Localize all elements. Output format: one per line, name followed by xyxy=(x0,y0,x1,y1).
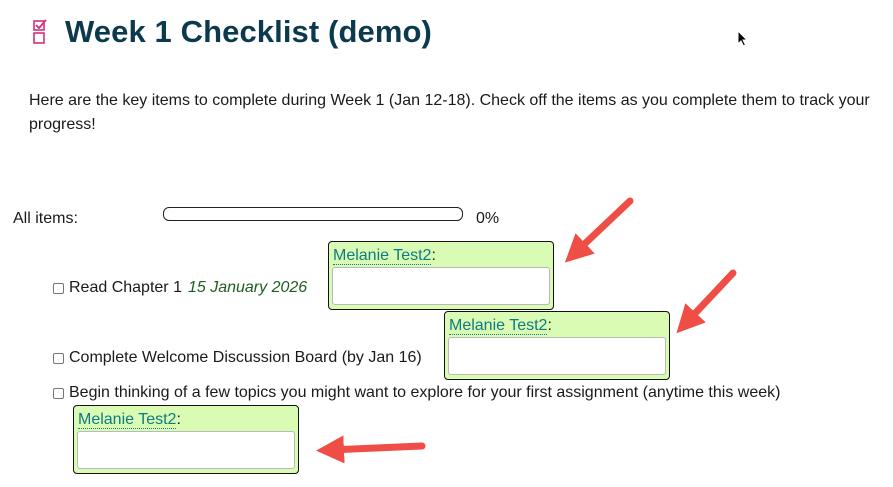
note-box: Melanie Test2: xyxy=(444,311,670,380)
item-due-date: 15 January 2026 xyxy=(187,279,308,296)
note-input[interactable] xyxy=(332,267,550,305)
intro-text: Here are the key items to complete durin… xyxy=(29,92,870,133)
note-user: Melanie Test2: xyxy=(333,247,436,265)
note-user-link[interactable]: Melanie Test2 xyxy=(333,247,432,265)
page-header: Week 1 Checklist (demo) xyxy=(32,14,432,50)
progress-label: All items: xyxy=(13,210,78,227)
item-checkbox[interactable] xyxy=(53,352,64,364)
progress-percent: 0% xyxy=(476,210,500,227)
arrow-annotation xyxy=(676,269,737,334)
item-label: Begin thinking of a few topics you might… xyxy=(69,384,781,401)
item-checkbox[interactable] xyxy=(53,282,64,294)
item-label: Read Chapter 1 xyxy=(69,279,182,296)
checklist-item: Begin thinking of a few topics you might… xyxy=(53,384,780,402)
note-user-link[interactable]: Melanie Test2 xyxy=(78,411,177,429)
note-input[interactable] xyxy=(77,431,295,469)
progress-bar xyxy=(163,207,463,221)
checklist-icon xyxy=(33,19,47,44)
note-user-link[interactable]: Melanie Test2 xyxy=(449,317,548,335)
mouse-cursor-icon xyxy=(737,30,749,47)
note-user: Melanie Test2: xyxy=(449,317,552,335)
checklist-item: Complete Welcome Discussion Board (by Ja… xyxy=(53,349,422,367)
item-checkbox[interactable] xyxy=(53,387,64,399)
arrow-annotation xyxy=(564,197,634,263)
note-box: Melanie Test2: xyxy=(73,405,299,474)
item-label: Complete Welcome Discussion Board (by Ja… xyxy=(69,349,422,366)
note-input[interactable] xyxy=(448,337,666,375)
checklist-item: Read Chapter 1 15 January 2026 xyxy=(53,279,307,297)
page-title: Week 1 Checklist (demo) xyxy=(65,14,432,49)
arrow-annotation xyxy=(316,435,426,464)
note-box: Melanie Test2: xyxy=(328,241,554,310)
note-user: Melanie Test2: xyxy=(78,411,181,429)
